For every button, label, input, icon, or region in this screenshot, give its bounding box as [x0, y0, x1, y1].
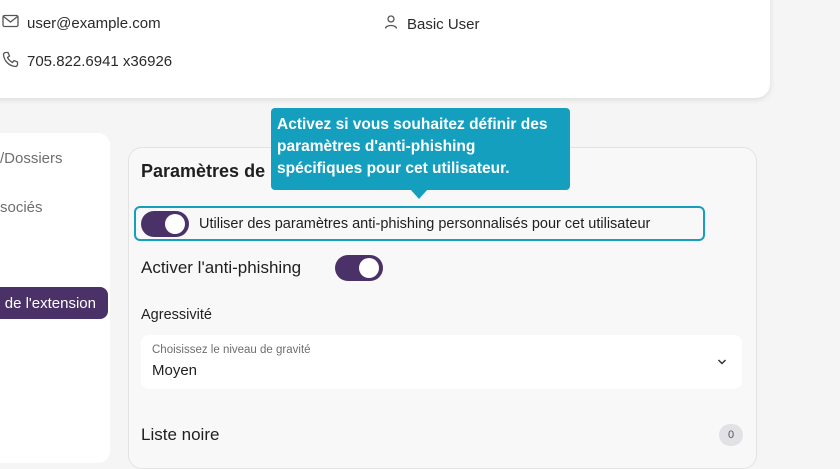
tooltip-arrow: [410, 189, 428, 199]
user-email: user@example.com: [27, 14, 161, 32]
blacklist-label: Liste noire: [141, 425, 220, 444]
aggressiveness-label: Agressivité: [141, 307, 212, 323]
toggle-knob: [359, 258, 379, 278]
anti-phishing-toggle[interactable]: [335, 255, 383, 281]
phone-icon: [2, 51, 27, 72]
custom-settings-label: Utiliser des paramètres anti-phishing pe…: [199, 215, 651, 232]
email-row: user@example.com: [2, 14, 161, 32]
custom-settings-toggle[interactable]: [141, 210, 189, 237]
envelope-icon: [2, 14, 27, 32]
select-placeholder: Choisissez le niveau de gravité: [152, 344, 311, 356]
section-title: Paramètres de: [141, 161, 266, 181]
user-phone: 705.822.6941 x36926: [27, 53, 173, 70]
blacklist-count-badge: 0: [719, 424, 743, 446]
select-value: Moyen: [152, 362, 198, 379]
user-role: Basic User: [407, 15, 480, 33]
extension-button[interactable]: de l'extension: [0, 287, 108, 319]
custom-settings-highlight: Utiliser des paramètres anti-phishing pe…: [134, 206, 705, 241]
user-icon: [383, 14, 407, 34]
chevron-down-icon: [716, 355, 728, 373]
nav-item-associes[interactable]: sociés: [0, 199, 43, 216]
anti-phishing-label: Activer l'anti-phishing: [141, 258, 302, 277]
anti-phishing-settings-card: [128, 147, 757, 469]
toggle-knob: [165, 213, 185, 234]
nav-item-dossiers[interactable]: /Dossiers: [0, 150, 63, 167]
aggressiveness-select[interactable]: Choisissez le niveau de gravité Moyen: [141, 335, 742, 389]
role-row: Basic User: [383, 14, 480, 34]
phone-row: 705.822.6941 x36926: [2, 51, 172, 72]
help-tooltip: Activez si vous souhaitez définir des pa…: [271, 108, 570, 190]
